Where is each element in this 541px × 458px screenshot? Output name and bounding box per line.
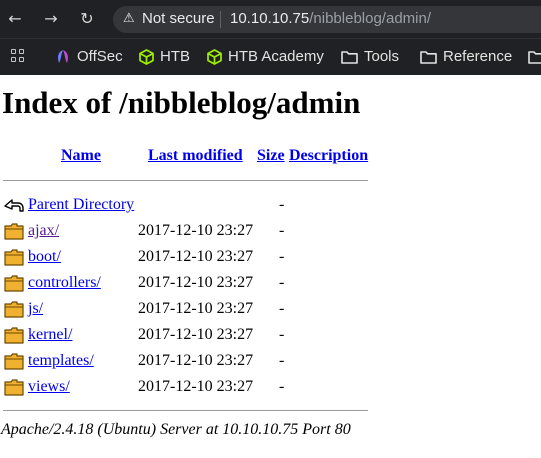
list-item: templates/ 2017-12-10 23:27 - xyxy=(0,349,541,373)
bookmark-offsec[interactable]: OffSec xyxy=(55,39,123,75)
entry-size: - xyxy=(279,300,285,317)
entry-link[interactable]: views/ xyxy=(28,375,70,399)
folder-icon xyxy=(4,249,24,266)
bookmark-reference[interactable]: Reference xyxy=(420,39,512,75)
page-title: Index of /nibbleblog/admin xyxy=(2,85,361,120)
entry-size: - xyxy=(279,274,285,291)
column-header-size[interactable]: Size xyxy=(257,147,285,165)
entry-link[interactable]: ajax/ xyxy=(28,219,59,243)
folder-icon xyxy=(4,379,24,396)
entry-modified: 2017-12-10 23:27 xyxy=(138,352,254,369)
entry-modified: 2017-12-10 23:27 xyxy=(138,274,254,291)
server-signature: Apache/2.4.18 (Ubuntu) Server at 10.10.1… xyxy=(1,421,351,438)
folder-icon xyxy=(4,275,24,292)
browser-toolbar: ← → ↻ ⚠ Not secure 10.10.10.75/nibbleblo… xyxy=(0,0,541,38)
apps-grid-icon[interactable] xyxy=(11,49,26,64)
back-arrow-icon[interactable]: ← xyxy=(5,9,25,29)
reload-icon[interactable]: ↻ xyxy=(77,9,97,29)
footer-divider xyxy=(3,410,368,411)
entry-link[interactable]: controllers/ xyxy=(28,271,101,295)
folder-icon xyxy=(420,51,437,64)
entry-modified: 2017-12-10 23:27 xyxy=(138,326,254,343)
folder-icon xyxy=(4,223,24,240)
entry-size: - xyxy=(279,378,285,395)
list-item: js/ 2017-12-10 23:27 - xyxy=(0,297,541,321)
directory-listing-page: Index of /nibbleblog/admin Name Last mod… xyxy=(0,75,541,458)
url-host[interactable]: 10.10.10.75 xyxy=(230,10,309,27)
bookmark-htb-academy[interactable]: HTB Academy xyxy=(207,39,324,75)
address-bar[interactable]: ⚠ Not secure 10.10.10.75/nibbleblog/admi… xyxy=(113,6,541,33)
column-header-description[interactable]: Description xyxy=(289,147,368,165)
warning-triangle-icon[interactable]: ⚠ xyxy=(123,9,135,29)
bookmark-label: HTB Academy xyxy=(228,48,324,65)
bookmark-label: OffSec xyxy=(77,48,123,65)
list-item: ajax/ 2017-12-10 23:27 - xyxy=(0,219,541,243)
bookmark-overflow-folder[interactable] xyxy=(528,39,541,75)
bookmark-label: Tools xyxy=(364,48,400,65)
entry-link[interactable]: boot/ xyxy=(28,245,61,269)
folder-icon xyxy=(4,327,24,344)
folder-icon xyxy=(341,51,358,64)
entry-modified: 2017-12-10 23:27 xyxy=(138,300,254,317)
bookmark-htb[interactable]: HTB xyxy=(139,39,190,75)
url-path[interactable]: /nibbleblog/admin/ xyxy=(309,10,431,27)
forward-arrow-icon[interactable]: → xyxy=(41,9,61,29)
folder-icon xyxy=(4,301,24,318)
bookmarks-bar: OffSec HTB HTB Academy Tools Reference xyxy=(0,38,541,75)
folder-icon xyxy=(528,51,541,64)
column-header-name[interactable]: Name xyxy=(61,147,101,165)
entry-size: - xyxy=(279,248,285,265)
parent-directory-row: Parent Directory - xyxy=(0,193,541,217)
entry-modified: 2017-12-10 23:27 xyxy=(138,378,254,395)
entry-size: - xyxy=(279,326,285,343)
offsec-icon xyxy=(58,50,68,64)
list-item: views/ 2017-12-10 23:27 - xyxy=(0,375,541,399)
entry-size: - xyxy=(279,352,285,369)
column-header-last-modified[interactable]: Last modified xyxy=(148,147,243,165)
url-text[interactable]: 10.10.10.75/nibbleblog/admin/ xyxy=(230,9,431,29)
parent-directory-link[interactable]: Parent Directory xyxy=(28,193,134,217)
htb-cube-icon xyxy=(139,49,154,65)
entry-modified: 2017-12-10 23:27 xyxy=(138,222,254,239)
security-label[interactable]: Not secure xyxy=(142,9,215,29)
entry-link[interactable]: templates/ xyxy=(28,349,94,373)
list-item: controllers/ 2017-12-10 23:27 - xyxy=(0,271,541,295)
folder-icon xyxy=(4,353,24,370)
back-arrow-icon xyxy=(4,199,24,212)
bookmark-tools[interactable]: Tools xyxy=(341,39,399,75)
entry-size: - xyxy=(279,222,285,239)
entry-modified: 2017-12-10 23:27 xyxy=(138,248,254,265)
address-separator xyxy=(220,11,221,28)
bookmark-label: Reference xyxy=(443,48,513,65)
htb-cube-icon xyxy=(207,49,222,65)
entry-link[interactable]: kernel/ xyxy=(28,323,72,347)
list-item: boot/ 2017-12-10 23:27 - xyxy=(0,245,541,269)
bookmark-label: HTB xyxy=(160,48,190,65)
header-divider xyxy=(3,180,368,181)
entry-size: - xyxy=(279,196,285,213)
entry-link[interactable]: js/ xyxy=(28,297,43,321)
list-item: kernel/ 2017-12-10 23:27 - xyxy=(0,323,541,347)
